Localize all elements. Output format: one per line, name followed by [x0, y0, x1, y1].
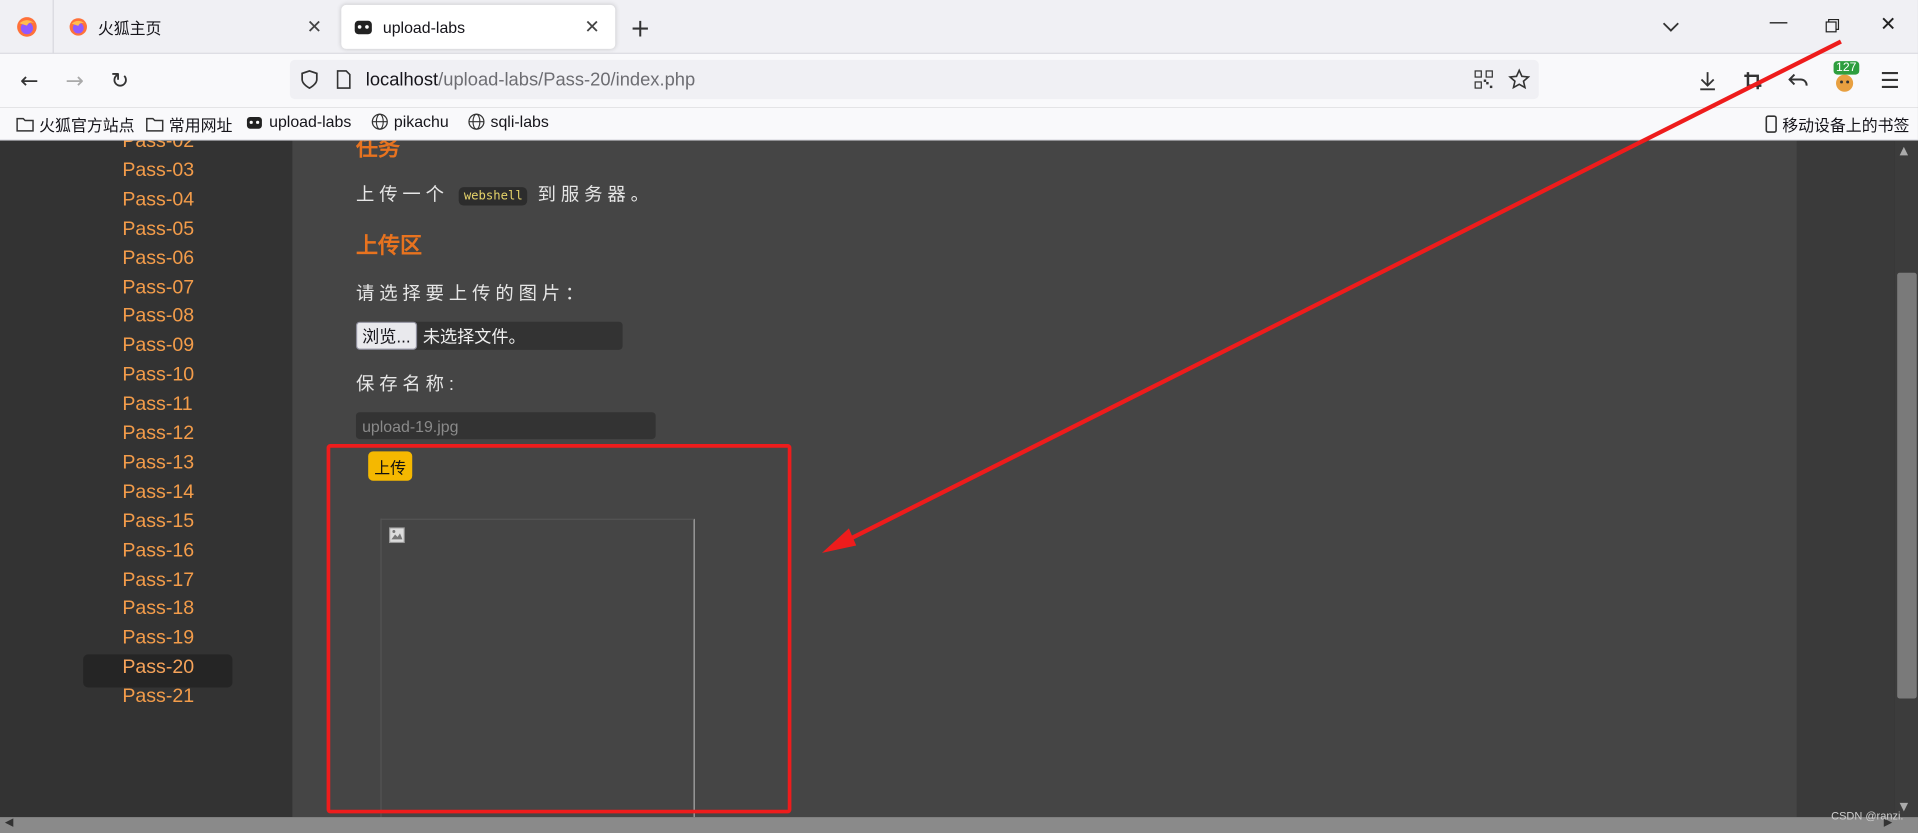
url-path: /upload-labs/Pass-20/index.php	[438, 69, 696, 90]
back-icon[interactable]: ←	[15, 66, 44, 95]
upload-heading: 上传区	[355, 233, 423, 259]
shield-icon[interactable]	[300, 70, 320, 90]
star-icon[interactable]	[1508, 68, 1531, 90]
webshell-code: webshell	[458, 186, 528, 205]
sidebar-item-pass-12[interactable]: Pass-12	[122, 423, 194, 445]
bookmark-label: sqli-labs	[490, 112, 549, 131]
reload-icon[interactable]: ↻	[105, 66, 134, 95]
sidebar-item-pass-04[interactable]: Pass-04	[122, 189, 194, 211]
file-picker[interactable]: 浏览... 未选择文件。	[355, 321, 623, 350]
site-icon	[246, 116, 262, 129]
save-name-field[interactable]	[355, 412, 656, 440]
sidebar-item-pass-07[interactable]: Pass-07	[122, 277, 194, 299]
new-tab-icon[interactable]: +	[630, 13, 651, 42]
bookmark-label: 火狐官方站点	[39, 116, 135, 135]
folder-icon	[146, 117, 164, 132]
close-tab-icon[interactable]: ✕	[303, 16, 325, 38]
sidebar-item-pass-02[interactable]: Pass-02	[122, 141, 194, 153]
sidebar-item-pass-09[interactable]: Pass-09	[122, 336, 194, 358]
bookmarks-toolbar: 火狐官方站点 常用网址 upload-labs pikachu sqli-lab…	[0, 107, 1918, 141]
firefox-view-button[interactable]	[0, 0, 54, 54]
bookmark-common-sites[interactable]: 常用网址	[146, 113, 233, 136]
mobile-device-icon	[1765, 115, 1777, 133]
task-text-before: 上传一个	[355, 184, 449, 206]
task-text-after: 到服务器。	[537, 184, 654, 206]
file-status: 未选择文件。	[422, 325, 526, 346]
url-bar[interactable]: localhost/upload-labs/Pass-20/index.php	[289, 59, 1539, 100]
bookmark-label: pikachu	[393, 112, 449, 131]
sidebar-item-pass-18[interactable]: Pass-18	[122, 599, 194, 621]
list-all-tabs-icon[interactable]	[1662, 15, 1679, 38]
bookmark-sqli-labs[interactable]: sqli-labs	[467, 113, 549, 131]
task-description: 上传一个 webshell 到服务器。	[356, 181, 654, 207]
forward-icon[interactable]: →	[60, 66, 89, 95]
sidebar-item-pass-17[interactable]: Pass-17	[122, 569, 194, 591]
restore-icon[interactable]	[1825, 15, 1840, 38]
sidebar-item-pass-14[interactable]: Pass-14	[122, 482, 194, 504]
extension-badge: 127	[1833, 61, 1859, 75]
sidebar-item-pass-13[interactable]: Pass-13	[122, 452, 194, 474]
sidebar: Pass-02 Pass-03 Pass-04 Pass-05 Pass-06 Pass-…	[0, 140, 293, 818]
sidebar-item-pass-10[interactable]: Pass-10	[122, 365, 194, 387]
bookmark-upload-labs[interactable]: upload-labs	[245, 112, 352, 131]
save-name-label: 保存名称:	[355, 374, 459, 396]
sidebar-item-pass-16[interactable]: Pass-16	[122, 540, 194, 562]
undo-icon[interactable]	[1783, 66, 1812, 95]
page-icon[interactable]	[335, 70, 352, 90]
qr-code-icon[interactable]	[1474, 70, 1494, 90]
tab-bar: 火狐主页 ✕ upload-labs ✕ + — ✕	[0, 0, 1918, 54]
firefox-icon	[16, 17, 37, 37]
sidebar-item-pass-15[interactable]: Pass-15	[122, 511, 194, 533]
navigation-bar: ← → ↻ localhost/upload-labs/Pass-20/inde…	[0, 53, 1918, 108]
close-window-icon[interactable]: ✕	[1880, 12, 1896, 35]
url-host: localhost	[365, 69, 439, 90]
choose-image-label: 请选择要上传的图片：	[355, 283, 589, 305]
page-content: Pass-02 Pass-03 Pass-04 Pass-05 Pass-06 Pass-…	[0, 140, 1918, 818]
horizontal-scrollbar[interactable]: ◀ ▶	[0, 817, 1918, 833]
menu-icon[interactable]: ☰	[1875, 66, 1904, 95]
sidebar-item-pass-03[interactable]: Pass-03	[122, 160, 194, 182]
tab-upload-labs[interactable]: upload-labs ✕	[341, 4, 616, 49]
bookmark-label: upload-labs	[269, 112, 352, 131]
folder-icon	[16, 117, 34, 132]
sidebar-item-pass-05[interactable]: Pass-05	[122, 219, 194, 241]
tab-firefox-home[interactable]: 火狐主页 ✕	[56, 5, 337, 49]
sidebar-item-pass-08[interactable]: Pass-08	[122, 306, 194, 328]
sidebar-item-pass-19[interactable]: Pass-19	[122, 628, 194, 650]
globe-icon	[371, 113, 388, 130]
scroll-up-icon[interactable]: ▲	[1900, 146, 1908, 158]
bookmark-label: 常用网址	[168, 116, 233, 135]
watermark: CSDN @ranzi.	[1831, 809, 1904, 822]
close-tab-icon[interactable]: ✕	[581, 16, 603, 38]
crop-icon[interactable]	[1738, 66, 1767, 95]
minimize-icon[interactable]: —	[1769, 10, 1789, 33]
right-margin	[1796, 140, 1895, 818]
sidebar-item-pass-06[interactable]: Pass-06	[122, 248, 194, 270]
firefox-icon	[69, 18, 87, 36]
bookmark-firefox-official[interactable]: 火狐官方站点	[16, 113, 135, 136]
sidebar-item-pass-20[interactable]: Pass-20	[122, 657, 194, 679]
sidebar-item-pass-21[interactable]: Pass-21	[122, 686, 194, 708]
download-icon[interactable]	[1693, 66, 1722, 95]
mobile-bookmarks[interactable]: 移动设备上的书签	[1765, 113, 1909, 136]
scroll-left-icon[interactable]: ◀	[5, 817, 13, 829]
site-icon	[354, 20, 372, 35]
extension-icon[interactable]: 127	[1830, 61, 1859, 95]
bookmark-pikachu[interactable]: pikachu	[371, 113, 449, 131]
vertical-scroll-thumb[interactable]	[1897, 272, 1917, 699]
tab-label: 火狐主页	[97, 18, 162, 38]
mobile-bookmarks-label: 移动设备上的书签	[1782, 116, 1910, 135]
task-heading: 任务	[355, 140, 400, 161]
browse-button[interactable]: 浏览...	[355, 321, 417, 350]
globe-icon	[468, 113, 485, 130]
sidebar-item-pass-11[interactable]: Pass-11	[122, 394, 192, 416]
tab-label: upload-labs	[382, 17, 466, 37]
annotation-highlight-box	[326, 444, 792, 814]
